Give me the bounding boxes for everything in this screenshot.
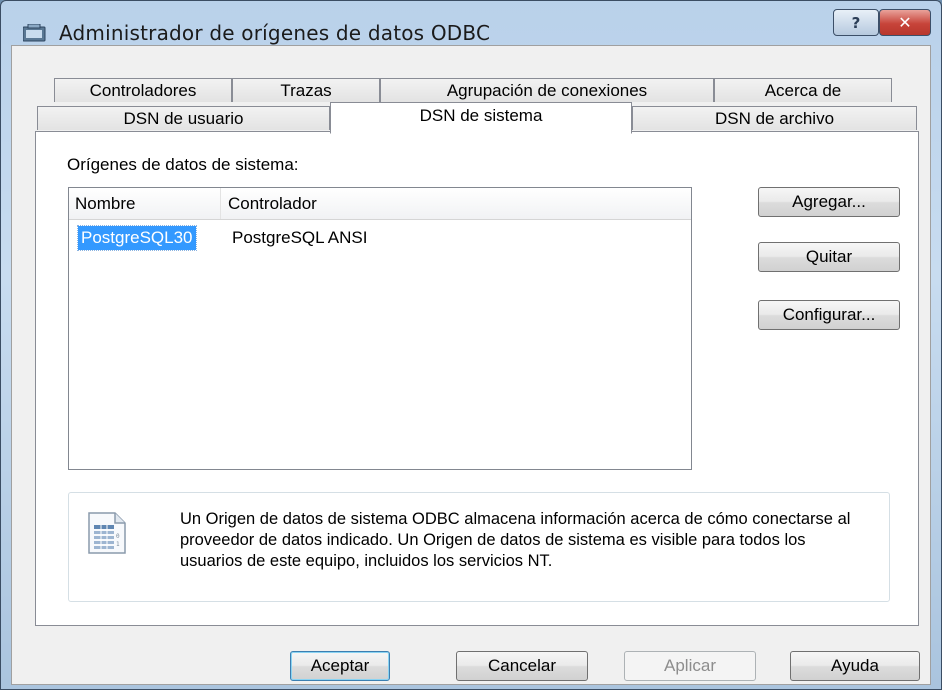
svg-text:0: 0 (116, 533, 120, 540)
help-button[interactable]: Ayuda (790, 651, 920, 681)
help-title-button[interactable]: ? (833, 9, 879, 36)
tab-trazas[interactable]: Trazas (232, 78, 380, 102)
list-item[interactable]: PostgreSQL30 PostgreSQL ANSI (69, 225, 691, 251)
info-text: Un Origen de datos de sistema ODBC almac… (180, 510, 851, 570)
tab-dsn-archivo[interactable]: DSN de archivo (632, 106, 917, 130)
add-button[interactable]: Agregar... (758, 187, 900, 217)
info-box: 0 1 Un Origen de datos de sistema ODBC a… (68, 492, 890, 602)
title-bar[interactable]: Administrador de orígenes de datos ODBC … (1, 1, 941, 45)
tab-agrupacion-conexiones[interactable]: Agrupación de conexiones (380, 78, 714, 102)
dsn-sistema-panel: Orígenes de datos de sistema: Nombre Con… (35, 131, 919, 626)
dialog-client-area: Controladores Trazas Agrupación de conex… (11, 45, 931, 685)
list-item-name[interactable]: PostgreSQL30 (77, 225, 197, 251)
system-data-sources-label: Orígenes de datos de sistema: (67, 155, 299, 174)
tab-acerca-de[interactable]: Acerca de (714, 78, 892, 102)
window-title: Administrador de orígenes de datos ODBC (59, 21, 491, 45)
remove-button[interactable]: Quitar (758, 242, 900, 272)
odbc-admin-window: Administrador de orígenes de datos ODBC … (0, 0, 942, 690)
odbc-app-icon (23, 24, 46, 42)
data-source-icon: 0 1 (88, 512, 126, 554)
ok-button[interactable]: Aceptar (290, 651, 390, 681)
tab-dsn-usuario[interactable]: DSN de usuario (37, 106, 330, 130)
tab-controladores[interactable]: Controladores (54, 78, 232, 102)
column-header-nombre[interactable]: Nombre (69, 188, 221, 219)
close-button[interactable]: ✕ (879, 9, 931, 36)
list-header: Nombre Controlador (69, 188, 691, 220)
list-item-driver: PostgreSQL ANSI (232, 228, 368, 247)
configure-button[interactable]: Configurar... (758, 300, 900, 330)
svg-text:1: 1 (116, 541, 120, 548)
close-icon: ✕ (898, 13, 912, 32)
data-source-list[interactable]: Nombre Controlador PostgreSQL30 PostgreS… (68, 187, 692, 470)
column-header-controlador[interactable]: Controlador (222, 188, 691, 219)
apply-button[interactable]: Aplicar (624, 651, 756, 681)
help-icon: ? (851, 13, 861, 32)
tab-dsn-sistema[interactable]: DSN de sistema (330, 102, 632, 134)
cancel-button[interactable]: Cancelar (456, 651, 588, 681)
